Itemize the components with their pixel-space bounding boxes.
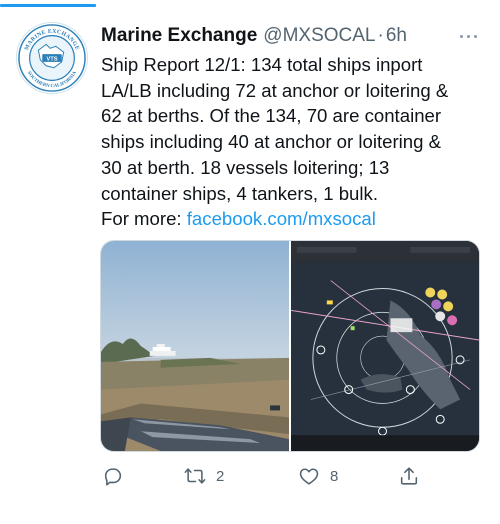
tweet-actions: 2 8 [100,462,430,490]
author-name[interactable]: Marine Exchange [101,25,257,47]
avatar[interactable]: MARINE EXCHANGE SOUTHERN CALIFORNIA VTS [16,22,88,94]
tweet-text: Ship Report 12/1: 134 total ships inport… [101,52,486,232]
retweet-button[interactable]: 2 [184,465,224,487]
tweet-line: 62 at berths. Of the 134, 70 are contain… [101,105,442,127]
reply-icon [104,468,122,486]
tweet-line: ships including 40 at anchor or loiterin… [101,131,442,153]
tweet-more-line: For more: facebook.com/mxsocal [101,206,486,232]
share-icon [400,467,418,485]
share-button[interactable] [398,465,420,487]
heart-icon [299,468,319,485]
reply-button[interactable] [102,465,124,487]
more-options-button[interactable] [454,26,482,46]
like-count: 8 [330,467,339,485]
author-handle[interactable]: @MXSOCAL [263,25,375,47]
retweet-count: 2 [216,467,225,485]
tweet-line: Ship Report 12/1: 134 total ships inport [101,54,423,75]
marine-exchange-logo: MARINE EXCHANGE SOUTHERN CALIFORNIA VTS [18,24,86,92]
top-accent-bar [0,0,500,10]
logo-center-text: VTS [46,56,57,62]
timestamp[interactable]: 6h [386,25,407,47]
separator-dot: · [377,25,384,46]
tweet-header: Marine Exchange @MXSOCAL · 6h [101,25,440,49]
photo-radar-screen[interactable] [291,241,479,451]
tweet-line: LA/LB including 72 at anchor or loiterin… [101,79,449,101]
tweet-line: 30 at berth. 18 vessels loitering; 13 [101,156,390,178]
media-grid [100,240,480,452]
more-icon [459,34,463,38]
retweet-icon [184,468,206,484]
tweet-line: container ships, 4 tankers, 1 bulk. [101,182,378,204]
like-button[interactable]: 8 [298,465,338,487]
photo-coast-ship[interactable] [101,241,289,451]
more-prefix: For more: [101,208,187,230]
facebook-link[interactable]: facebook.com/mxsocal [187,208,376,229]
